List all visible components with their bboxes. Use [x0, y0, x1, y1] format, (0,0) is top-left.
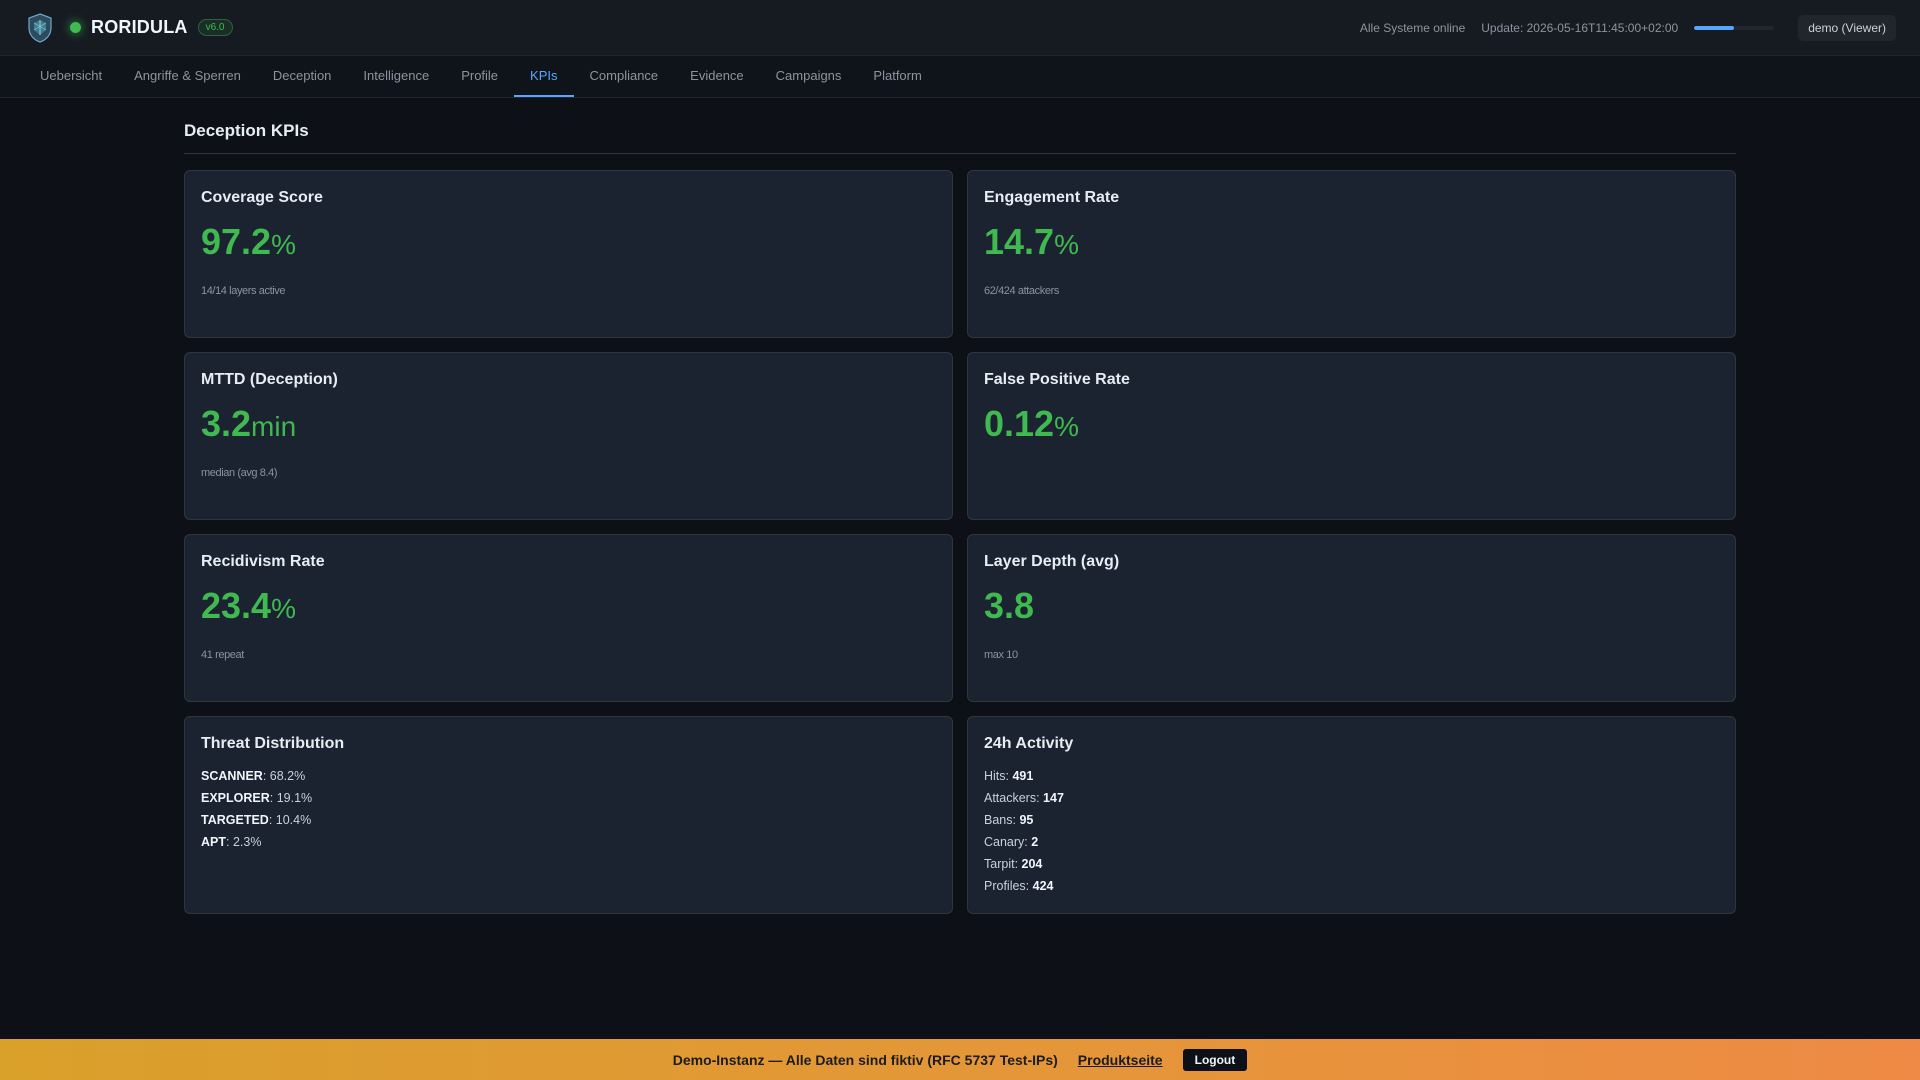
- tab-uebersicht[interactable]: Uebersicht: [24, 56, 118, 97]
- kpi-value: 0.12%: [984, 406, 1719, 442]
- list-item: Bans: 95: [984, 809, 1719, 831]
- kpi-number: 3.8: [984, 585, 1035, 626]
- kpi-title: MTTD (Deception): [201, 371, 338, 388]
- logout-button[interactable]: Logout: [1182, 1048, 1248, 1071]
- kpi-card-mttd: MTTD (Deception) 3.2min median (avg 8.4): [184, 352, 953, 520]
- user-menu-button[interactable]: demo (Viewer): [1798, 14, 1896, 41]
- kpi-title: Layer Depth (avg): [984, 553, 1120, 570]
- tab-intelligence[interactable]: Intelligence: [347, 56, 445, 97]
- activity-value: 95: [1019, 813, 1034, 827]
- activity-value: 147: [1043, 791, 1064, 805]
- activity-list: Hits: 491 Attackers: 147 Bans: 95 Canary…: [984, 765, 1719, 897]
- kpi-unit: %: [1054, 411, 1079, 442]
- kpi-value: 14.7%: [984, 224, 1719, 260]
- activity-value: 2: [1031, 835, 1039, 849]
- activity-value: 204: [1021, 857, 1043, 871]
- kpi-number: 3.2: [201, 403, 252, 444]
- threat-class-label: EXPLORER: [201, 791, 270, 805]
- kpi-card-layer-depth: Layer Depth (avg) 3.8 max 10: [967, 534, 1736, 702]
- activity-value: 424: [1032, 879, 1054, 893]
- kpi-value: 3.2min: [201, 406, 936, 442]
- update-timestamp: Update: 2026-05-16T11:45:00+02:00: [1481, 20, 1679, 35]
- system-status-text: Alle Systeme online: [1359, 20, 1466, 35]
- activity-label: Bans:: [984, 813, 1020, 827]
- kpi-number: 97.2: [201, 221, 272, 262]
- threat-class-label: APT: [201, 835, 226, 849]
- product-page-link[interactable]: Produktseite: [1078, 1052, 1163, 1068]
- kpi-card-recidivism-rate: Recidivism Rate 23.4% 41 repeat: [184, 534, 953, 702]
- list-item: APT: 2.3%: [201, 831, 936, 853]
- threat-class-value: : 68.2%: [262, 769, 306, 783]
- tab-platform[interactable]: Platform: [857, 56, 937, 97]
- version-badge: v6.0: [197, 19, 233, 36]
- kpi-number: 14.7: [984, 221, 1055, 262]
- kpi-card-false-positive-rate: False Positive Rate 0.12%: [967, 352, 1736, 520]
- list-item: Canary: 2: [984, 831, 1719, 853]
- kpi-subtext: 62/424 attackers: [984, 285, 1059, 297]
- kpi-unit: %: [271, 593, 296, 624]
- online-status-dot: [70, 22, 81, 33]
- kpi-value: 3.8: [984, 588, 1719, 624]
- update-progress-fill: [1694, 25, 1735, 30]
- threat-class-value: : 10.4%: [268, 813, 312, 827]
- kpi-number: 23.4: [201, 585, 272, 626]
- activity-24h-card: 24h Activity Hits: 491 Attackers: 147 Ba…: [967, 716, 1736, 914]
- kpi-subtext: 14/14 layers active: [201, 285, 286, 297]
- kpi-title: Coverage Score: [201, 189, 323, 206]
- tab-angriffe-sperren[interactable]: Angriffe & Sperren: [118, 56, 257, 97]
- list-item: Hits: 491: [984, 765, 1719, 787]
- kpi-subtext: median (avg 8.4): [201, 467, 278, 479]
- kpi-card-coverage-score: Coverage Score 97.2% 14/14 layers active: [184, 170, 953, 338]
- header-status-area: Alle Systeme online Update: 2026-05-16T1…: [1359, 14, 1896, 41]
- list-item: Profiles: 424: [984, 875, 1719, 897]
- main-nav: Uebersicht Angriffe & Sperren Deception …: [0, 56, 1920, 98]
- threat-class-value: : 2.3%: [226, 835, 262, 849]
- threat-class-label: TARGETED: [201, 813, 269, 827]
- kpi-title: Recidivism Rate: [201, 553, 325, 570]
- activity-label: Profiles:: [984, 879, 1033, 893]
- activity-value: 491: [1012, 769, 1034, 783]
- top-bar: RORIDULA v6.0 Alle Systeme online Update…: [0, 0, 1920, 56]
- activity-label: Hits:: [984, 769, 1013, 783]
- demo-banner-text: Demo-Instanz — Alle Daten sind fiktiv (R…: [672, 1051, 1058, 1068]
- activity-label: Canary:: [984, 835, 1032, 849]
- brand-name: RORIDULA: [91, 17, 188, 37]
- activity-label: Attackers:: [984, 791, 1044, 805]
- list-item: Attackers: 147: [984, 787, 1719, 809]
- threat-distribution-list: SCANNER: 68.2% EXPLORER: 19.1% TARGETED:…: [201, 765, 936, 853]
- main-content: Deception KPIs Coverage Score 97.2% 14/1…: [184, 98, 1736, 928]
- tab-kpis[interactable]: KPIs: [514, 56, 574, 97]
- update-progress-bar: [1694, 25, 1775, 30]
- kpi-unit: %: [1054, 229, 1079, 260]
- list-item: Tarpit: 204: [984, 853, 1719, 875]
- threat-distribution-title: Threat Distribution: [201, 735, 345, 752]
- tab-evidence[interactable]: Evidence: [674, 56, 759, 97]
- kpi-title: Engagement Rate: [984, 189, 1120, 206]
- kpi-value: 97.2%: [201, 224, 936, 260]
- kpi-grid: Coverage Score 97.2% 14/14 layers active…: [184, 170, 1736, 928]
- tab-profile[interactable]: Profile: [445, 56, 514, 97]
- tab-campaigns[interactable]: Campaigns: [760, 56, 858, 97]
- list-item: SCANNER: 68.2%: [201, 765, 936, 787]
- kpi-subtext: max 10: [984, 649, 1018, 661]
- tab-compliance[interactable]: Compliance: [574, 56, 675, 97]
- list-item: EXPLORER: 19.1%: [201, 787, 936, 809]
- threat-distribution-card: Threat Distribution SCANNER: 68.2% EXPLO…: [184, 716, 953, 914]
- kpi-unit: %: [271, 229, 296, 260]
- kpi-value: 23.4%: [201, 588, 936, 624]
- demo-banner: Demo-Instanz — Alle Daten sind fiktiv (R…: [0, 1039, 1920, 1080]
- kpi-title: False Positive Rate: [984, 371, 1130, 388]
- kpi-unit: min: [251, 411, 297, 442]
- kpi-subtext: 41 repeat: [201, 649, 244, 661]
- activity-label: Tarpit:: [984, 857, 1022, 871]
- page-title: Deception KPIs: [184, 98, 1736, 154]
- shield-logo-icon[interactable]: [26, 12, 54, 43]
- kpi-card-engagement-rate: Engagement Rate 14.7% 62/424 attackers: [967, 170, 1736, 338]
- activity-title: 24h Activity: [984, 735, 1074, 752]
- kpi-number: 0.12: [984, 403, 1055, 444]
- list-item: TARGETED: 10.4%: [201, 809, 936, 831]
- threat-class-value: : 19.1%: [269, 791, 313, 805]
- tab-deception[interactable]: Deception: [257, 56, 348, 97]
- threat-class-label: SCANNER: [201, 769, 263, 783]
